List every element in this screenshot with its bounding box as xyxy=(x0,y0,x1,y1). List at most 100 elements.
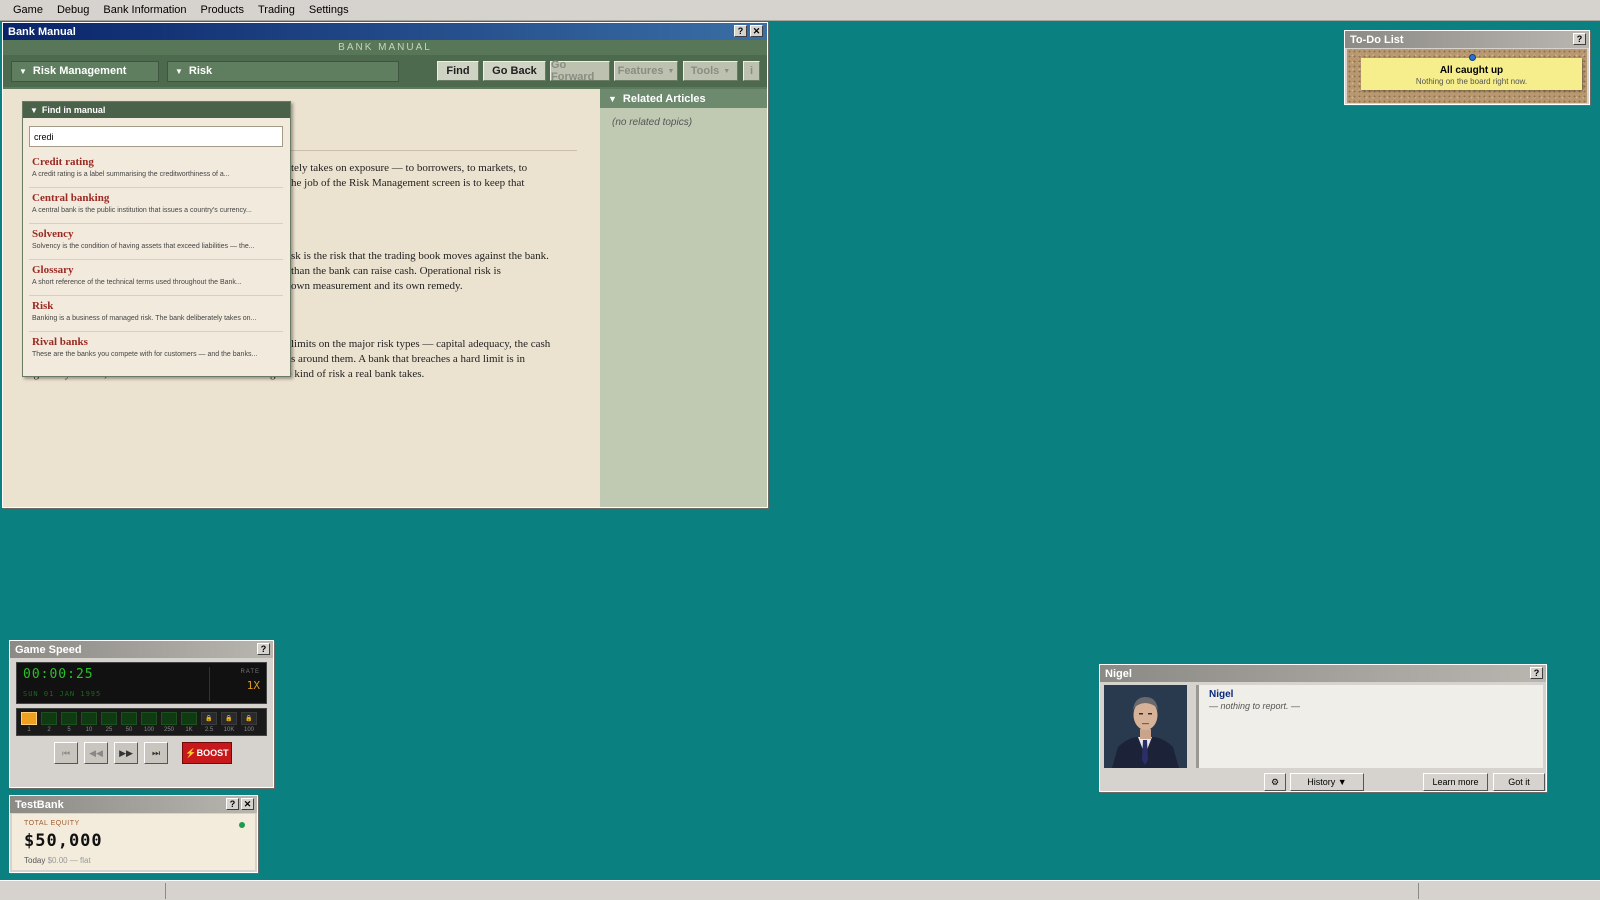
tools-dropdown-button[interactable]: Tools ▼ xyxy=(683,61,738,81)
menu-settings[interactable]: Settings xyxy=(302,0,356,21)
speed-segment[interactable] xyxy=(61,712,77,725)
speed-segment[interactable] xyxy=(141,712,157,725)
dropdown-triangle-icon: ▼ xyxy=(19,66,27,76)
find-result-item[interactable]: Credit rating A credit rating is a label… xyxy=(29,152,283,188)
features-label: Features xyxy=(617,65,664,77)
skip-to-start-button[interactable]: ⏮ xyxy=(54,742,78,764)
speed-segment-label: 50 xyxy=(125,727,133,733)
speed-segment[interactable] xyxy=(101,712,117,725)
topic-dropdown-label: Risk xyxy=(188,65,213,77)
category-dropdown-label: Risk Management xyxy=(32,65,127,77)
menu-products[interactable]: Products xyxy=(194,0,251,21)
menu-bank-information[interactable]: Bank Information xyxy=(96,0,193,21)
find-button[interactable]: Find xyxy=(437,61,479,81)
speed-segment[interactable] xyxy=(21,712,37,725)
article-line: sk is the risk that the trading book mov… xyxy=(291,250,549,262)
info-button[interactable]: i xyxy=(743,61,760,81)
speed-segment[interactable] xyxy=(181,712,197,725)
equity-today-label: Today xyxy=(24,856,46,865)
game-clock-display: 00:00:25 SUN 01 JAN 1995 RATE 1X xyxy=(16,662,267,704)
related-articles-header[interactable]: ▼ Related Articles xyxy=(600,89,767,108)
todo-titlebar[interactable]: To-Do List xyxy=(1345,31,1589,48)
help-pin-icon[interactable]: ? xyxy=(257,643,270,655)
related-articles-panel: ▼ Related Articles (no related topics) xyxy=(600,89,767,507)
clock-separator xyxy=(209,667,210,701)
result-title: Solvency xyxy=(32,228,74,240)
find-result-item[interactable]: Solvency Solvency is the condition of ha… xyxy=(29,224,283,260)
help-pin-icon[interactable]: ? xyxy=(226,798,239,810)
rewind-button[interactable]: ◀◀ xyxy=(84,742,108,764)
find-search-input[interactable] xyxy=(29,126,283,147)
settings-gear-button[interactable]: ⚙ xyxy=(1264,773,1286,791)
got-it-button[interactable]: Got it xyxy=(1493,773,1545,791)
speed-segment-locked[interactable]: 🔒 xyxy=(201,712,217,725)
game-speed-titlebar[interactable]: Game Speed xyxy=(10,641,273,658)
result-title: Risk xyxy=(32,300,54,312)
help-pin-icon[interactable]: ? xyxy=(1573,33,1586,45)
advisor-portrait-image xyxy=(1104,685,1187,768)
equity-change: $0.00 — flat xyxy=(47,856,91,865)
article-line: limits on the major risk types — capital… xyxy=(291,338,551,350)
speed-segment[interactable] xyxy=(41,712,57,725)
speed-segment[interactable] xyxy=(121,712,137,725)
article-line: s around them. A bank that breaches a ha… xyxy=(291,353,526,365)
skip-to-end-button[interactable]: ⏭ xyxy=(144,742,168,764)
speed-segment[interactable] xyxy=(81,712,97,725)
speed-segment-label: 250 xyxy=(163,727,174,733)
bank-manual-toolbar: ▼ Risk Management ▼ Risk Find Go Back Go… xyxy=(3,55,767,87)
find-in-manual-panel: ▼ Find in manual Credit rating A credit … xyxy=(22,101,291,377)
equity-footer: Today $0.00 — flat xyxy=(24,856,91,865)
game-speed-title: Game Speed xyxy=(15,643,82,656)
speed-segment-locked[interactable]: 🔒 xyxy=(221,712,237,725)
speed-segment-label: 1 xyxy=(27,727,31,733)
article-line: own measurement and its own remedy. xyxy=(291,280,463,292)
find-result-item[interactable]: Central banking A central bank is the pu… xyxy=(29,188,283,224)
category-dropdown[interactable]: ▼ Risk Management xyxy=(11,60,159,82)
close-icon[interactable]: ✕ xyxy=(750,25,763,37)
menu-trading[interactable]: Trading xyxy=(251,0,302,21)
lock-icon: 🔒 xyxy=(205,716,213,722)
history-dropdown-button[interactable]: History ▼ xyxy=(1290,773,1364,791)
help-pin-icon[interactable]: ? xyxy=(734,25,747,37)
speed-selector: 1 2 5 10 25 50 100 250 1K 🔒 2.5 🔒 10K 🔒 100 xyxy=(16,708,267,736)
bank-manual-title: Bank Manual xyxy=(8,25,76,38)
topic-dropdown[interactable]: ▼ Risk xyxy=(167,60,399,82)
go-forward-button[interactable]: Go Forward xyxy=(550,59,610,83)
testbank-window: TestBank ? ✕ TOTAL EQUITY $50,000 Today … xyxy=(9,795,258,873)
find-panel-header[interactable]: ▼ Find in manual xyxy=(23,102,290,118)
pushpin-icon xyxy=(1469,54,1476,61)
find-result-item[interactable]: Glossary A short reference of the techni… xyxy=(29,260,283,296)
learn-more-button[interactable]: Learn more xyxy=(1423,773,1488,791)
speed-segment-locked[interactable]: 🔒 xyxy=(241,712,257,725)
close-icon[interactable]: ✕ xyxy=(241,798,254,810)
testbank-titlebar[interactable]: TestBank xyxy=(10,796,257,813)
boost-button[interactable]: ⚡BOOST xyxy=(182,742,232,764)
nigel-titlebar[interactable]: Nigel xyxy=(1100,665,1546,682)
sticky-note: All caught up Nothing on the board right… xyxy=(1361,58,1582,90)
help-pin-icon[interactable]: ? xyxy=(1530,667,1543,679)
advisor-portrait xyxy=(1104,685,1187,768)
clock-time: 00:00:25 xyxy=(23,667,94,682)
speed-segment[interactable] xyxy=(161,712,177,725)
find-panel-title: Find in manual xyxy=(41,105,106,115)
find-results-list: Credit rating A credit rating is a label… xyxy=(29,152,283,368)
fast-forward-button[interactable]: ▶▶ xyxy=(114,742,138,764)
go-back-button[interactable]: Go Back xyxy=(483,61,546,81)
menu-debug[interactable]: Debug xyxy=(50,0,96,21)
equity-panel: TOTAL EQUITY $50,000 Today $0.00 — flat xyxy=(12,814,255,870)
article-line: he job of the Risk Management screen is … xyxy=(291,177,525,189)
find-result-item[interactable]: Rival banks These are the banks you comp… xyxy=(29,332,283,368)
speed-segment-label: 10 xyxy=(85,727,93,733)
bank-manual-titlebar[interactable]: Bank Manual xyxy=(3,23,767,40)
features-dropdown-button[interactable]: Features ▼ xyxy=(614,61,678,81)
game-speed-window: Game Speed ? 00:00:25 SUN 01 JAN 1995 RA… xyxy=(9,640,274,788)
related-empty-text: (no related topics) xyxy=(612,117,693,128)
find-result-item[interactable]: Risk Banking is a business of managed ri… xyxy=(29,296,283,332)
speed-segment-label: 2.5 xyxy=(204,727,214,733)
chevron-down-icon: ▼ xyxy=(723,67,731,75)
menu-game[interactable]: Game xyxy=(6,0,50,21)
equity-value: $50,000 xyxy=(24,831,103,851)
tools-label: Tools xyxy=(690,65,720,77)
advisor-message: — nothing to report. — xyxy=(1209,701,1301,711)
status-divider xyxy=(1418,883,1419,899)
